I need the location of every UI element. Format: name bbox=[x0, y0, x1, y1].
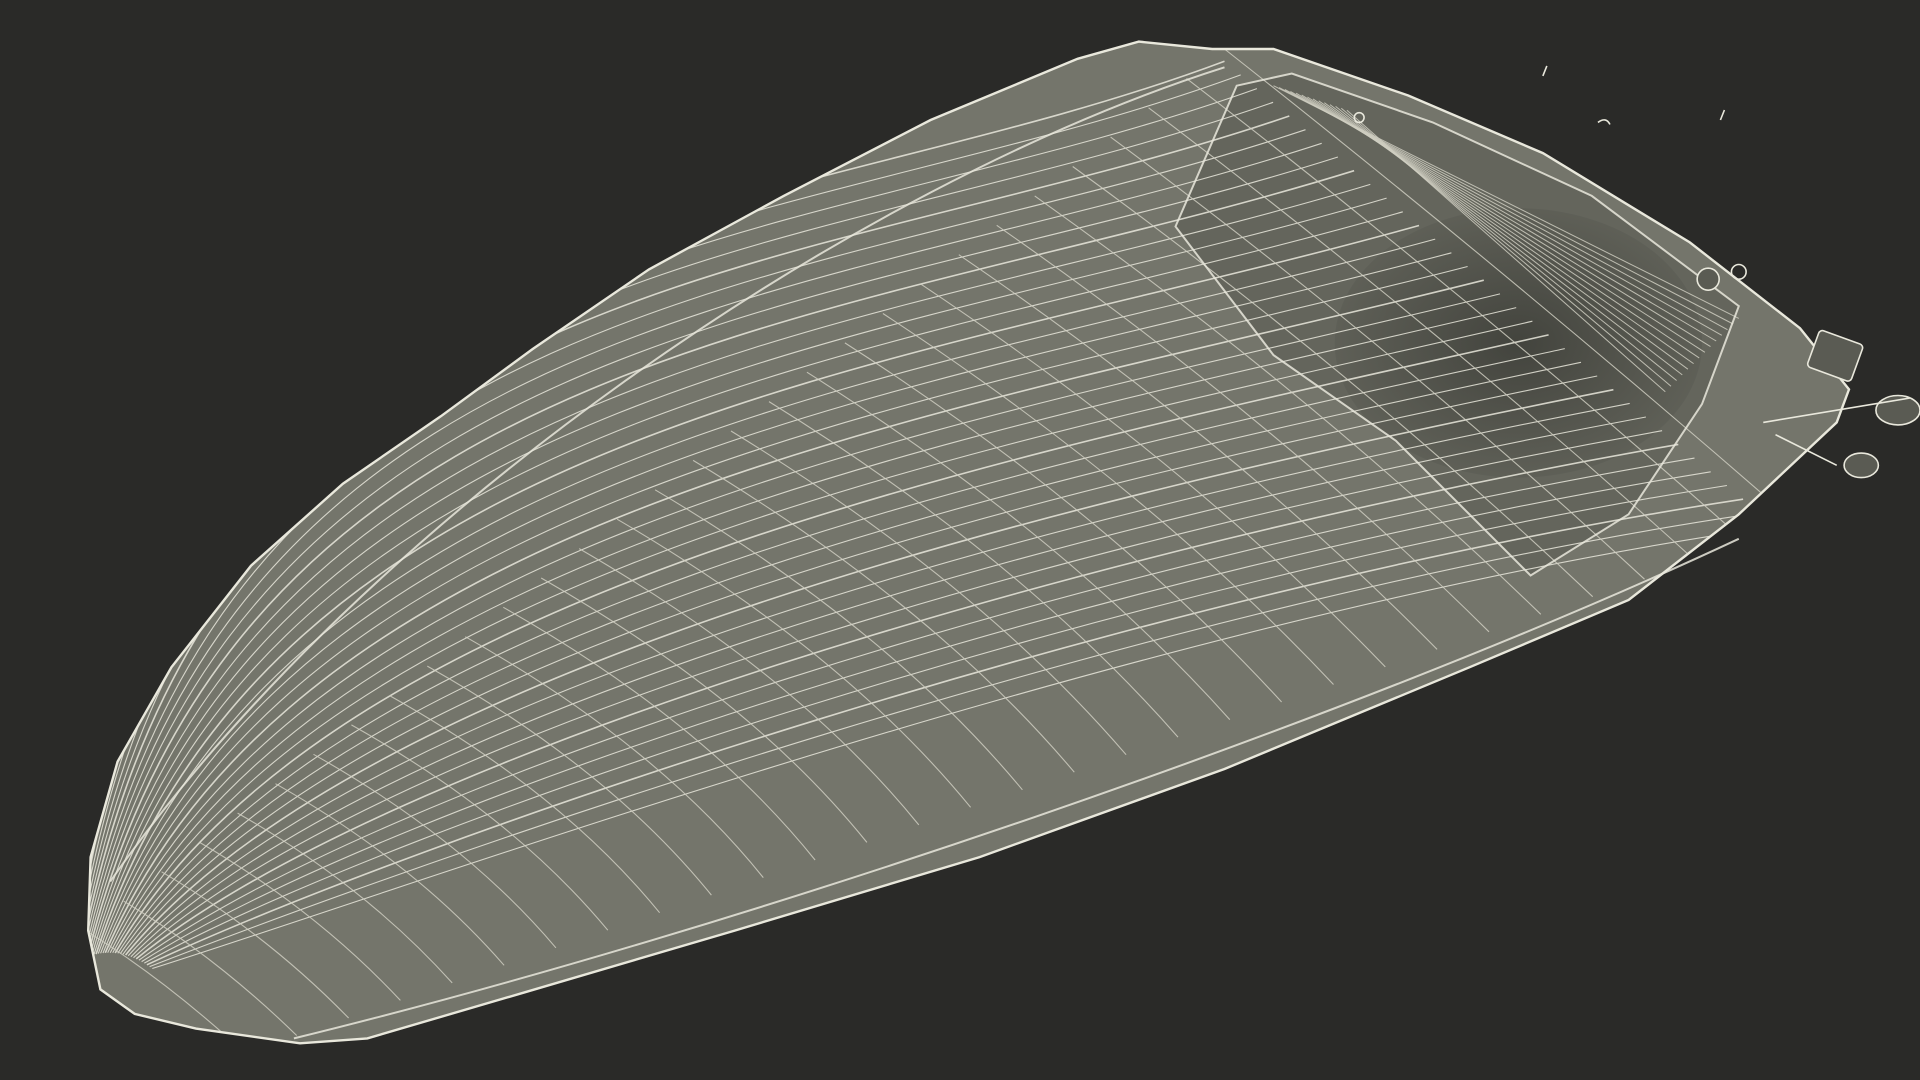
steering-nozzle bbox=[1843, 452, 1880, 479]
cleat-hook bbox=[1597, 119, 1611, 125]
antenna-posts bbox=[1542, 65, 1726, 121]
render-viewport bbox=[0, 0, 1920, 1080]
bolt-fitting bbox=[1730, 263, 1747, 280]
intake-fitting bbox=[1696, 267, 1720, 292]
hull-wireframe-render bbox=[0, 0, 1920, 1080]
